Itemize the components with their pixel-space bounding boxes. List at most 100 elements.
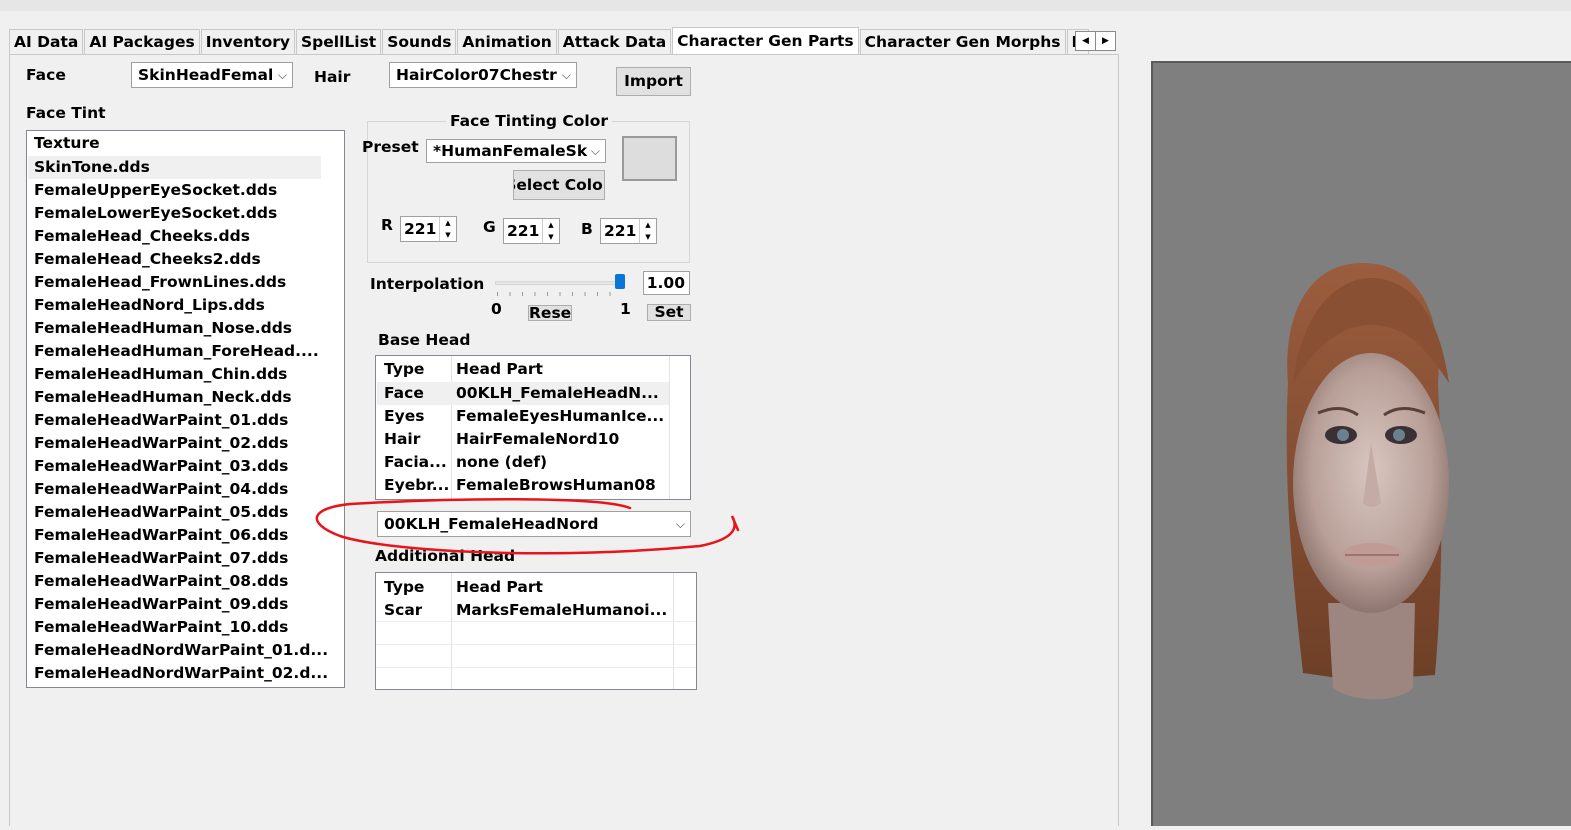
list-item[interactable]: FemaleHeadHuman_Nose.dds	[34, 317, 292, 340]
list-header-texture[interactable]: Texture	[34, 132, 100, 155]
tab-scroll-buttons: ◀ ▶	[1075, 31, 1116, 51]
column-header-type[interactable]: Type	[384, 358, 424, 381]
tab-ai-data[interactable]: AI Data	[9, 29, 84, 54]
tab-spelllist[interactable]: SpellList	[295, 29, 382, 54]
table-cell: Eyes	[384, 407, 425, 425]
face-label: Face	[26, 66, 66, 84]
spin-down-icon[interactable]: ▼	[440, 229, 456, 241]
hair-label: Hair	[314, 68, 351, 86]
r-spinner[interactable]: 221 ▲ ▼	[400, 216, 457, 242]
tab-attack-data[interactable]: Attack Data	[557, 29, 672, 54]
list-item[interactable]: FemaleHeadWarPaint_07.dds	[34, 547, 288, 570]
table-cell: MarksFemaleHumanoi...	[456, 601, 668, 619]
g-spinner[interactable]: 221 ▲ ▼	[503, 218, 560, 244]
slider-ticks	[497, 292, 622, 296]
preset-label: Preset	[362, 138, 419, 156]
list-item[interactable]: FemaleHeadWarPaint_08.dds	[34, 570, 288, 593]
spin-up-icon[interactable]: ▲	[440, 217, 456, 229]
g-label: G	[483, 218, 496, 236]
tab-scroll-right-icon[interactable]: ▶	[1095, 31, 1116, 51]
face-dropdown-value: SkinHeadFemal	[138, 66, 274, 84]
preset-dropdown[interactable]: *HumanFemaleSk ⌵	[426, 139, 606, 163]
list-item[interactable]: FemaleHeadWarPaint_09.dds	[34, 593, 288, 616]
list-item[interactable]: FemaleHeadWarPaint_06.dds	[34, 524, 288, 547]
table-cell: Facia...	[384, 453, 447, 471]
table-cell: 00KLH_FemaleHeadN...	[456, 384, 659, 402]
interpolation-slider-thumb[interactable]	[615, 274, 625, 289]
list-item[interactable]: FemaleLowerEyeSocket.dds	[34, 202, 277, 225]
interpolation-label: Interpolation	[370, 275, 485, 293]
additional-head-table[interactable]: Type Head Part Scar MarksFemaleHumanoi..…	[375, 572, 697, 690]
reset-button[interactable]: Reset	[528, 305, 572, 321]
chevron-down-icon: ⌵	[277, 68, 287, 82]
table-cell: FemaleEyesHumanIce...	[456, 407, 665, 425]
list-item[interactable]: FemaleHeadHuman_Chin.dds	[34, 363, 287, 386]
list-item[interactable]: FemaleHeadNordWarPaint_02.d...	[34, 662, 328, 685]
list-item[interactable]: FemaleHead_FrownLines.dds	[34, 271, 286, 294]
tab-inventory[interactable]: Inventory	[200, 29, 295, 54]
chevron-down-icon: ⌵	[561, 68, 571, 82]
tab-strip: AI Data AI Packages Inventory SpellList …	[9, 27, 1090, 54]
g-value: 221	[507, 222, 540, 240]
base-head-table[interactable]: Type Head Part Face 00KLH_FemaleHeadN...…	[375, 355, 691, 500]
r-value: 221	[404, 220, 437, 238]
list-item[interactable]: FemaleHeadWarPaint_02.dds	[34, 432, 288, 455]
head-render-image	[1286, 263, 1449, 700]
color-swatch[interactable]	[622, 136, 677, 181]
column-header-head-part[interactable]: Head Part	[456, 358, 543, 381]
table-cell: HairFemaleNord10	[456, 430, 620, 448]
list-item[interactable]: FemaleHeadWarPaint_04.dds	[34, 478, 288, 501]
import-button[interactable]: Import	[616, 67, 691, 96]
list-item[interactable]: FemaleHeadNordWarPaint_01.d...	[34, 639, 328, 662]
column-header-type[interactable]: Type	[384, 576, 424, 599]
set-button[interactable]: Set	[647, 304, 691, 321]
hair-dropdown-value: HairColor07Chestr	[396, 66, 557, 84]
list-item[interactable]: FemaleHead_Cheeks2.dds	[34, 248, 261, 271]
interpolation-value-field[interactable]: 1.00	[643, 271, 690, 295]
tab-scroll-left-icon[interactable]: ◀	[1075, 31, 1096, 51]
spin-up-icon[interactable]: ▲	[543, 219, 559, 231]
tab-sounds[interactable]: Sounds	[382, 29, 457, 54]
list-item[interactable]: FemaleHeadHuman_ForeHead....	[34, 340, 319, 363]
tab-animation[interactable]: Animation	[457, 29, 557, 54]
face-tinting-title: Face Tinting Color	[446, 112, 613, 130]
b-spinner[interactable]: 221 ▲ ▼	[600, 218, 657, 244]
red-annotation-circle	[315, 497, 740, 555]
table-cell: Hair	[384, 430, 421, 448]
b-label: B	[581, 220, 593, 238]
list-item[interactable]: FemaleUpperEyeSocket.dds	[34, 179, 277, 202]
list-item[interactable]: FemaleHeadWarPaint_01.dds	[34, 409, 288, 432]
preset-dropdown-value: *HumanFemaleSk	[433, 142, 588, 160]
list-item[interactable]: FemaleHead_Cheeks.dds	[34, 225, 250, 248]
list-item[interactable]: FemaleHeadWarPaint_03.dds	[34, 455, 288, 478]
spin-down-icon[interactable]: ▼	[640, 231, 656, 243]
list-item[interactable]: SkinTone.dds	[28, 156, 321, 179]
slider-max-label: 1	[620, 300, 631, 318]
title-strip	[0, 0, 1571, 11]
r-label: R	[381, 216, 393, 234]
list-item[interactable]: FemaleHeadNord_Lips.dds	[34, 294, 265, 317]
spin-down-icon[interactable]: ▼	[543, 231, 559, 243]
tab-character-gen-morphs[interactable]: Character Gen Morphs	[859, 29, 1066, 54]
table-cell: Face	[384, 384, 424, 402]
select-color-button[interactable]: Select Colo	[513, 170, 605, 200]
face-tint-label: Face Tint	[26, 104, 106, 122]
tab-ai-packages[interactable]: AI Packages	[84, 29, 200, 54]
slider-min-label: 0	[491, 300, 502, 318]
face-dropdown[interactable]: SkinHeadFemal ⌵	[131, 62, 293, 88]
column-header-head-part[interactable]: Head Part	[456, 576, 543, 599]
list-item[interactable]: FemaleHeadWarPaint_10.dds	[34, 616, 288, 639]
face-tint-list[interactable]: Texture SkinTone.dds FemaleUpperEyeSocke…	[26, 130, 345, 688]
tab-character-gen-parts[interactable]: Character Gen Parts	[672, 27, 859, 54]
base-head-label: Base Head	[378, 331, 471, 349]
b-value: 221	[604, 222, 637, 240]
head-preview-viewport[interactable]	[1151, 61, 1571, 826]
list-item[interactable]: FemaleHeadWarPaint_05.dds	[34, 501, 288, 524]
hair-dropdown[interactable]: HairColor07Chestr ⌵	[389, 62, 577, 88]
table-cell: Scar	[384, 601, 423, 619]
list-item[interactable]: FemaleHeadHuman_Neck.dds	[34, 386, 292, 409]
chevron-down-icon: ⌵	[590, 144, 600, 158]
table-cell: none (def)	[456, 453, 548, 471]
interpolation-slider-track[interactable]	[495, 281, 625, 285]
spin-up-icon[interactable]: ▲	[640, 219, 656, 231]
